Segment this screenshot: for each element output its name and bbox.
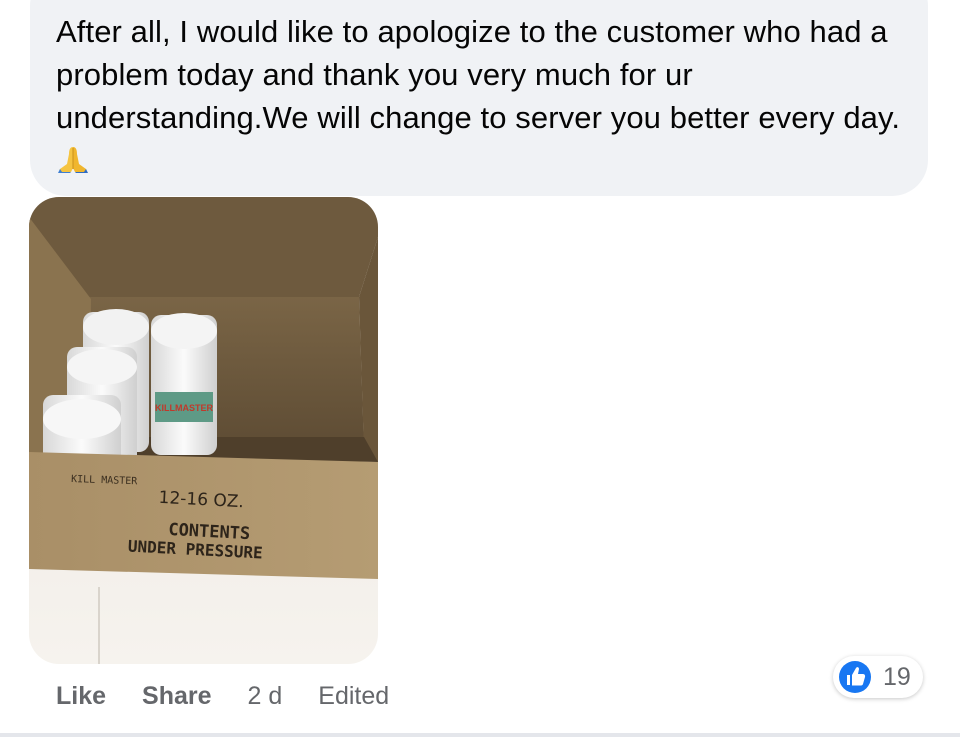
comment-body: After all, I would like to apologize to … xyxy=(56,14,901,135)
like-button[interactable]: Like xyxy=(56,682,106,711)
reaction-count: 19 xyxy=(883,662,911,691)
edited-label[interactable]: Edited xyxy=(318,682,389,711)
divider xyxy=(0,733,960,737)
share-button[interactable]: Share xyxy=(142,682,211,711)
like-icon xyxy=(839,661,871,693)
comment-view: After all, I would like to apologize to … xyxy=(0,0,960,737)
reaction-summary[interactable]: 19 xyxy=(833,656,923,698)
can-label-text: KILLMASTER xyxy=(155,403,213,413)
comment-photo[interactable]: KILLMASTER KILL MASTER 12-16 OZ. CONTENT… xyxy=(29,197,378,664)
timestamp[interactable]: 2 d xyxy=(248,682,283,711)
folded-hands-emoji-icon xyxy=(58,147,88,173)
comment-text: After all, I would like to apologize to … xyxy=(56,10,902,182)
comment-actions: Like Share 2 d Edited xyxy=(56,678,425,714)
spray-can-labeled: KILLMASTER xyxy=(151,313,217,455)
box-brand-text: KILL MASTER xyxy=(71,474,139,487)
comment-bubble: After all, I would like to apologize to … xyxy=(30,0,928,196)
